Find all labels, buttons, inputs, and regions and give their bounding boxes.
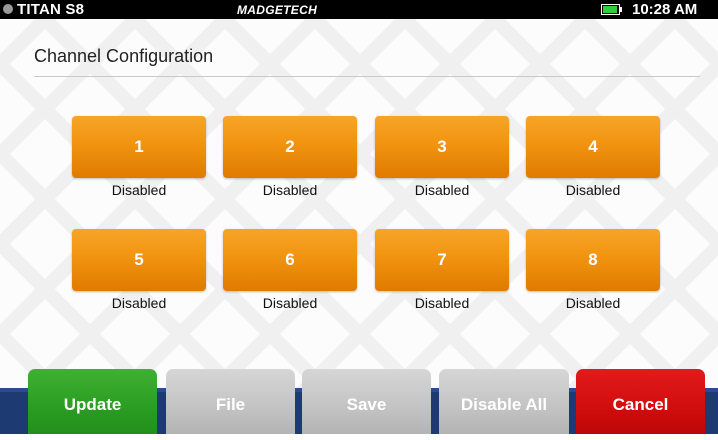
channel-button-7[interactable]: 7 (375, 229, 509, 291)
page-title: Channel Configuration (34, 46, 214, 66)
status-indicator-icon (3, 4, 13, 14)
cancel-button[interactable]: Cancel (576, 369, 705, 434)
channel-status-4: Disabled (565, 182, 621, 198)
background-pattern (0, 19, 718, 388)
brand-logo: MADGETECH (237, 3, 318, 17)
channel-status-8: Disabled (565, 295, 621, 311)
status-bar: TITAN S8 MADGETECH 10:28 AM (0, 0, 718, 19)
channel-button-1[interactable]: 1 (72, 116, 206, 178)
channel-status-1: Disabled (111, 182, 167, 198)
battery-icon (601, 4, 622, 15)
channel-button-5[interactable]: 5 (72, 229, 206, 291)
file-button[interactable]: File (166, 369, 295, 434)
battery-level (603, 6, 617, 13)
channel-status-3: Disabled (414, 182, 470, 198)
channel-7: 7 Disabled (375, 229, 509, 311)
save-button[interactable]: Save (302, 369, 431, 434)
update-button[interactable]: Update (28, 369, 157, 434)
channel-status-2: Disabled (262, 182, 318, 198)
channel-4: 4 Disabled (526, 116, 660, 198)
disable-all-button[interactable]: Disable All (439, 369, 569, 434)
battery-tip (620, 7, 622, 12)
channel-button-2[interactable]: 2 (223, 116, 357, 178)
channel-6: 6 Disabled (223, 229, 357, 311)
channel-button-6[interactable]: 6 (223, 229, 357, 291)
clock: 10:28 AM (632, 1, 698, 18)
channel-8: 8 Disabled (526, 229, 660, 311)
channel-button-8[interactable]: 8 (526, 229, 660, 291)
main-panel: Channel Configuration 1 Disabled 2 Disab… (0, 19, 718, 388)
channel-3: 3 Disabled (375, 116, 509, 198)
title-divider (34, 76, 700, 77)
channel-2: 2 Disabled (223, 116, 357, 198)
channel-status-5: Disabled (111, 295, 167, 311)
channel-1: 1 Disabled (72, 116, 206, 198)
device-name: TITAN S8 (17, 1, 85, 18)
channel-button-4[interactable]: 4 (526, 116, 660, 178)
channel-5: 5 Disabled (72, 229, 206, 311)
channel-status-6: Disabled (262, 295, 318, 311)
channel-status-7: Disabled (414, 295, 470, 311)
channel-button-3[interactable]: 3 (375, 116, 509, 178)
